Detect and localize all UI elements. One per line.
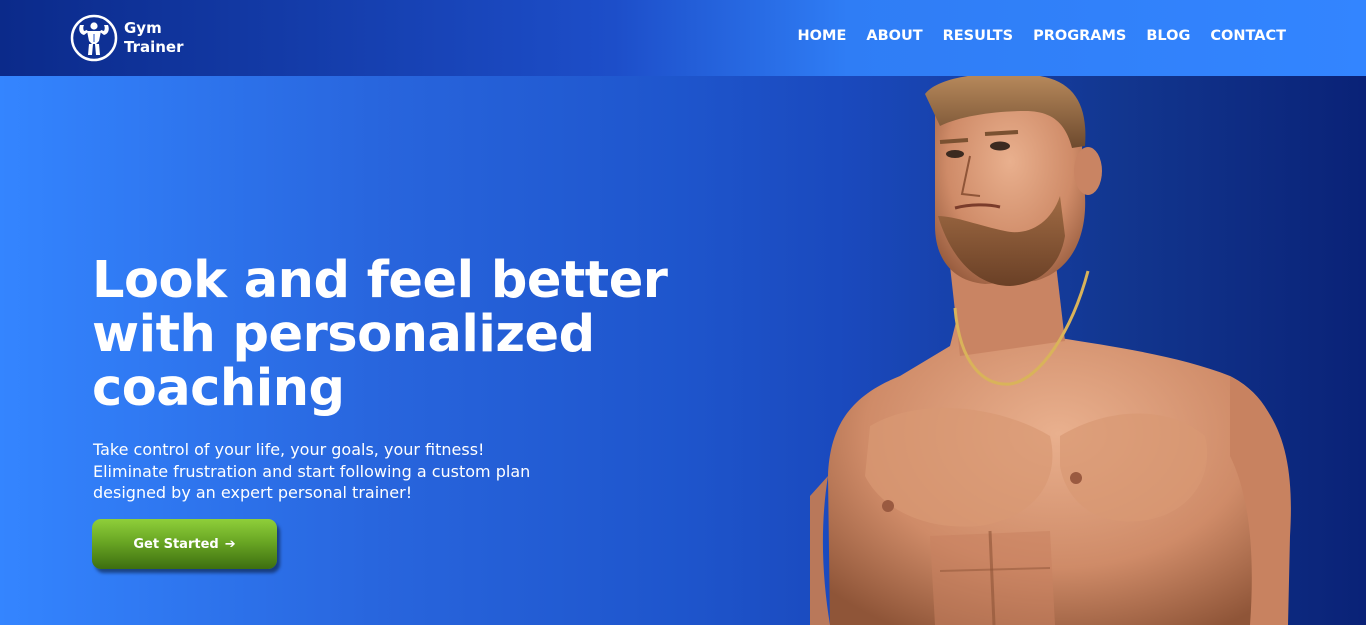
- nav-link-home[interactable]: HOME: [798, 28, 847, 44]
- brand-name: Gym Trainer: [124, 19, 184, 57]
- navbar: Gym Trainer HOME ABOUT RESULTS PROGRAMS …: [0, 0, 1366, 76]
- hero-headline-line3: coaching: [92, 359, 345, 418]
- nav-link-contact[interactable]: CONTACT: [1210, 28, 1286, 44]
- hero-section: Look and feel better with personalized c…: [0, 76, 1366, 625]
- hero-subtext-line1: Take control of your life, your goals, y…: [93, 440, 485, 459]
- hero-subtext-line2: Eliminate frustration and start followin…: [93, 461, 531, 481]
- bodybuilder-logo-icon: [70, 14, 118, 62]
- brand-name-line1: Gym: [124, 19, 162, 37]
- main-nav: HOME ABOUT RESULTS PROGRAMS BLOG CONTACT: [798, 28, 1286, 44]
- get-started-label: Get Started: [133, 536, 219, 552]
- brand-name-line2: Trainer: [124, 38, 184, 56]
- arrow-right-icon: ➔: [224, 536, 236, 552]
- shirtless-trainer-photo: [810, 76, 1291, 625]
- nav-link-blog[interactable]: BLOG: [1146, 28, 1190, 44]
- hero-subtext: Take control of your life, your goals, y…: [93, 439, 613, 504]
- brand-logo[interactable]: Gym Trainer: [70, 14, 184, 62]
- get-started-button[interactable]: Get Started ➔: [92, 519, 277, 569]
- hero-headline-line2: with personalized: [92, 305, 595, 364]
- hero-subtext-line3: designed by an expert personal trainer!: [93, 483, 413, 502]
- nav-link-results[interactable]: RESULTS: [943, 28, 1013, 44]
- nav-link-about[interactable]: ABOUT: [866, 28, 922, 44]
- hero-headline-line1: Look and feel better: [92, 251, 668, 310]
- landing-page: Gym Trainer HOME ABOUT RESULTS PROGRAMS …: [0, 0, 1366, 625]
- nav-link-programs[interactable]: PROGRAMS: [1033, 28, 1126, 44]
- hero-headline: Look and feel better with personalized c…: [92, 254, 692, 416]
